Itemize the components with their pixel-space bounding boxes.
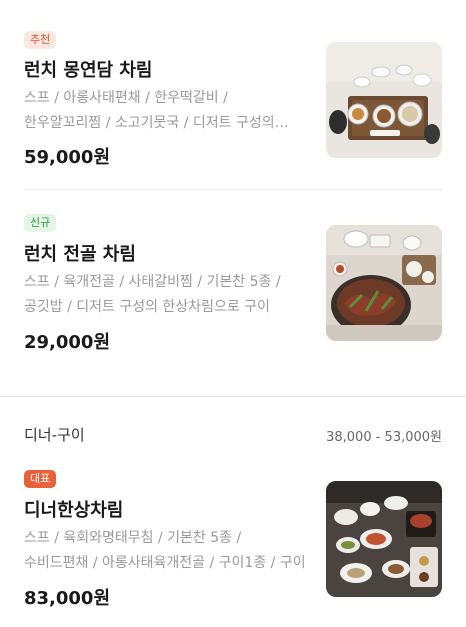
menu-item-name: 런치 몽연담 차림	[24, 60, 153, 81]
menu-item[interactable]: 대표 디너한상차림 스프 / 육회와명태무침 / 기본찬 5종 / 수비드편채 …	[0, 460, 466, 627]
section-divider	[0, 396, 466, 397]
menu-item-price: 83,000원	[24, 588, 111, 609]
menu-item-photo[interactable]	[326, 42, 442, 158]
recommend-badge: 추천	[24, 31, 57, 49]
section-header: 디너-구이 38,000 - 53,000원	[0, 420, 466, 450]
food-photo-icon	[326, 481, 442, 597]
menu-item[interactable]: 추천 런치 몽연담 차림 스프 / 아롱사태편채 / 한우떡갈비 / 한우알꼬리…	[0, 0, 466, 190]
menu-item-photo[interactable]	[326, 225, 442, 341]
new-badge: 신규	[24, 214, 57, 232]
menu-item-name: 디너한상차림	[24, 500, 124, 521]
menu-list: 추천 런치 몽연담 차림 스프 / 아롱사태편채 / 한우떡갈비 / 한우알꼬리…	[0, 0, 466, 627]
food-photo-icon	[326, 225, 442, 341]
menu-item-price: 59,000원	[24, 147, 111, 168]
food-photo-icon	[326, 42, 442, 158]
menu-item-name: 런치 전골 차림	[24, 244, 136, 265]
section-price-range: 38,000 - 53,000원	[326, 430, 442, 445]
menu-item-description: 스프 / 육회와명태무침 / 기본찬 5종 / 수비드편채 / 아롱사태육개전골…	[24, 530, 306, 571]
signature-badge: 대표	[24, 470, 57, 488]
menu-item-price: 29,000원	[24, 332, 111, 353]
section-title: 디너-구이	[24, 426, 85, 444]
menu-item-photo[interactable]	[326, 481, 442, 597]
menu-item-description: 스프 / 아롱사태편채 / 한우떡갈비 / 한우알꼬리찜 / 소고기뭇국 / 디…	[24, 90, 275, 131]
menu-item-description: 스프 / 육개전골 / 사태갈비찜 / 기본찬 5종 / 공깃밥 / 디저트 구…	[24, 274, 281, 315]
menu-item[interactable]: 신규 런치 전골 차림 스프 / 육개전골 / 사태갈비찜 / 기본찬 5종 /…	[0, 190, 466, 396]
